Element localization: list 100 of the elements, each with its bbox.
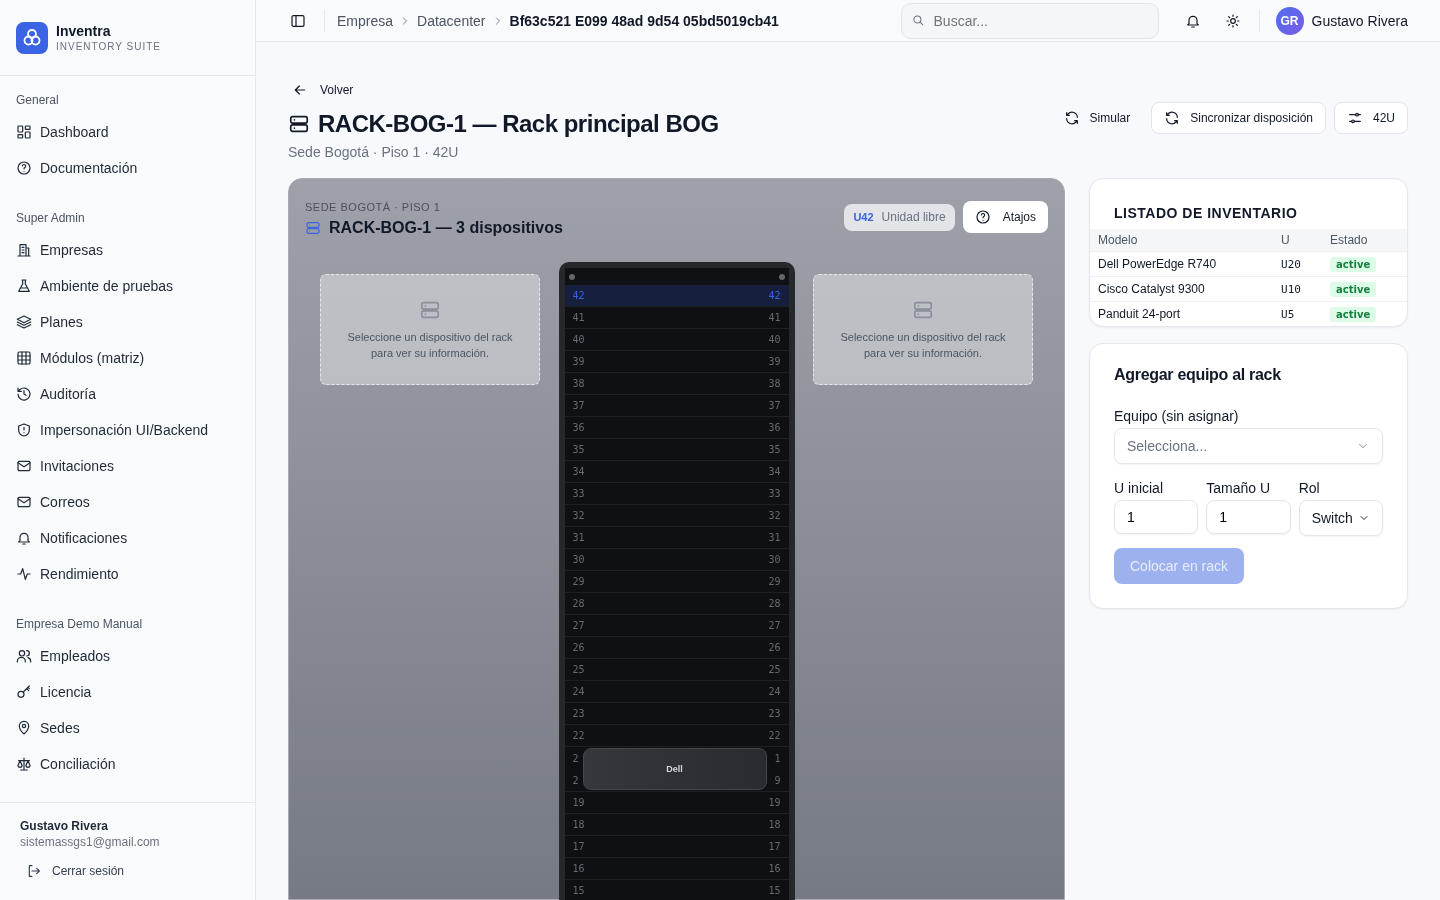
- shield-icon: [16, 422, 32, 438]
- logout-icon: [26, 863, 42, 879]
- card-title: LISTADO DE INVENTARIO: [1113, 204, 1299, 223]
- rack-unit[interactable]: 37 37: [564, 395, 789, 417]
- scale-icon: [16, 756, 32, 772]
- unit-number: 31: [572, 532, 585, 543]
- rack-unit[interactable]: 31 31: [564, 527, 789, 549]
- column-header: Modelo: [1090, 229, 1274, 252]
- unit-number: 17: [572, 841, 585, 852]
- status-badge: active: [1330, 282, 1377, 297]
- sidebar-item[interactable]: Rendimiento: [16, 556, 239, 592]
- sidebar-item[interactable]: Impersonación UI/Backend: [16, 412, 239, 448]
- action-button[interactable]: Simular: [1050, 102, 1144, 134]
- rack-unit[interactable]: 25 25: [564, 659, 789, 681]
- status-badge: active: [1330, 307, 1377, 322]
- rack-unit[interactable]: 28 28: [564, 593, 789, 615]
- search-icon: [910, 12, 925, 27]
- unit-number: 35: [768, 444, 781, 455]
- rack-unit[interactable]: 32 32: [564, 505, 789, 527]
- rack-unit[interactable]: 27 27: [564, 615, 789, 637]
- unit-number: 27: [572, 620, 585, 631]
- rack-unit[interactable]: 23 23: [564, 703, 789, 725]
- breadcrumb-link[interactable]: Bf63c521 E099 48ad 9d54 05bd5019cb41: [509, 12, 779, 29]
- sidebar-item[interactable]: Sedes: [16, 710, 239, 746]
- server-icon: [288, 113, 310, 135]
- sidebar-item[interactable]: Conciliación: [16, 746, 239, 782]
- sidebar-item[interactable]: Dashboard: [16, 114, 239, 150]
- screw-icon: [568, 273, 575, 280]
- mail-icon: [16, 494, 32, 510]
- rack-unit[interactable]: 33 33: [564, 483, 789, 505]
- rack-device[interactable]: Dell: [582, 748, 767, 790]
- sidebar-item[interactable]: Ambiente de pruebas: [16, 268, 239, 304]
- field-label: Equipo (sin asignar): [1114, 408, 1240, 424]
- unit-number: 24: [572, 686, 585, 697]
- sidebar-item[interactable]: Planes: [16, 304, 239, 340]
- rack-unit[interactable]: 41 41: [564, 307, 789, 329]
- rack-unit[interactable]: 17 17: [564, 836, 789, 858]
- rack-unit[interactable]: 18 18: [564, 814, 789, 836]
- sidebar-item[interactable]: Invitaciones: [16, 448, 239, 484]
- page-title: RACK-BOG-1 — Rack principal BOG: [318, 110, 719, 138]
- rack-unit[interactable]: 30 30: [564, 549, 789, 571]
- users-icon: [16, 648, 32, 664]
- sidebar-item[interactable]: Documentación: [16, 150, 239, 186]
- rack-unit[interactable]: 34 34: [564, 461, 789, 483]
- logout-link[interactable]: Cerrar sesión: [26, 863, 235, 879]
- unit-number: 40: [768, 334, 781, 345]
- search-field[interactable]: Buscar...: [900, 2, 1159, 39]
- sidebar-item[interactable]: Módulos (matriz): [16, 340, 239, 376]
- unit-number: 22: [768, 730, 781, 741]
- sidebar-item[interactable]: Auditoría: [16, 376, 239, 412]
- shortcuts-button[interactable]: Atajos: [962, 201, 1048, 233]
- breadcrumb-link[interactable]: Datacenter: [417, 12, 486, 29]
- unit-number: 34: [768, 466, 781, 477]
- rack-unit[interactable]: 15 15: [564, 880, 789, 900]
- sidebar-icon: [290, 12, 306, 29]
- back-link[interactable]: Volver: [292, 82, 719, 98]
- column-header: Estado: [1322, 229, 1407, 252]
- role-select[interactable]: Switch: [1298, 500, 1383, 536]
- unit-status: Unidad libre: [881, 210, 946, 224]
- rack-unit[interactable]: 29 29: [564, 571, 789, 593]
- rack-unit[interactable]: 35 35: [564, 439, 789, 461]
- sidebar-item[interactable]: Empresas: [16, 232, 239, 268]
- key-icon: [16, 684, 32, 700]
- unit-number: 38: [572, 378, 585, 389]
- unit-number: 9: [774, 774, 781, 786]
- mail-icon: [16, 458, 32, 474]
- server-icon: [305, 220, 321, 236]
- rack-unit[interactable]: 16 16: [564, 858, 789, 880]
- input-field[interactable]: 1: [1114, 500, 1199, 534]
- field-label: U inicial: [1114, 480, 1164, 496]
- rack-unit[interactable]: 24 24: [564, 681, 789, 703]
- rack-unit[interactable]: 38 38: [564, 373, 789, 395]
- rack-unit[interactable]: 39 39: [564, 351, 789, 373]
- action-button[interactable]: 42U: [1334, 102, 1408, 134]
- breadcrumb-link[interactable]: Empresa: [337, 12, 394, 29]
- unit-number: 36: [768, 422, 781, 433]
- unit-number: 19: [572, 797, 585, 808]
- sidebar-item[interactable]: Notificaciones: [16, 520, 239, 556]
- sidebar-item[interactable]: Correos: [16, 484, 239, 520]
- unit-number: 24: [768, 686, 781, 697]
- flask-icon: [16, 278, 32, 294]
- unit-number: 25: [572, 664, 585, 675]
- action-button[interactable]: Sincronizar disposición: [1151, 102, 1326, 134]
- rack-unit[interactable]: 40 40: [564, 329, 789, 351]
- input-field[interactable]: 1: [1206, 500, 1291, 534]
- rack-title: RACK-BOG-1 — 3 dispositivos: [329, 219, 563, 237]
- unit-number: 18: [572, 819, 585, 830]
- sidebar-item[interactable]: Licencia: [16, 674, 239, 710]
- rack-unit[interactable]: 36 36: [564, 417, 789, 439]
- unit-number: 1: [774, 752, 781, 764]
- user-avatar[interactable]: GR: [1275, 6, 1304, 35]
- rack-unit[interactable]: 26 26: [564, 637, 789, 659]
- rack-unit[interactable]: 22 22: [564, 725, 789, 747]
- table-cell: U20: [1273, 251, 1323, 277]
- equipment-select[interactable]: Selecciona...: [1114, 428, 1383, 464]
- unit-number: 25: [768, 664, 781, 675]
- unit-number: 28: [768, 598, 781, 609]
- table-cell: Panduit 24-port: [1090, 301, 1274, 326]
- rack-unit[interactable]: 19 19: [564, 792, 789, 814]
- sidebar-item[interactable]: Empleados: [16, 638, 239, 674]
